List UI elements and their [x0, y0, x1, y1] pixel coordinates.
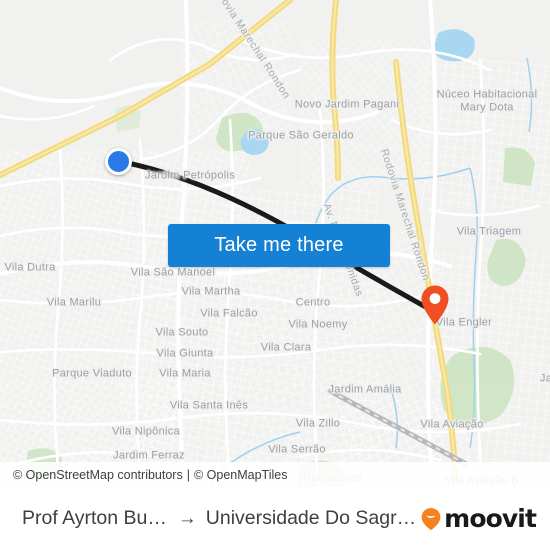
route-summary-bar: Prof Ayrton Busch ... → Universidade Do …: [0, 487, 550, 550]
attribution-tiles[interactable]: © OpenMapTiles: [194, 468, 288, 482]
map-attribution: © OpenStreetMap contributors | © OpenMap…: [0, 462, 550, 487]
moovit-wordmark: moovit: [444, 504, 537, 533]
map-pin-icon: [421, 285, 449, 325]
origin-label[interactable]: Prof Ayrton Busch ...: [22, 507, 169, 530]
attribution-osm[interactable]: © OpenStreetMap contributors: [13, 468, 183, 482]
take-me-there-button[interactable]: Take me there: [168, 224, 390, 267]
moovit-logo[interactable]: moovit: [420, 504, 537, 533]
arrow-right-icon: →: [177, 507, 197, 529]
destination-label[interactable]: Universidade Do Sagrado C...: [206, 507, 420, 530]
attribution-separator: |: [186, 467, 190, 482]
destination-marker[interactable]: [420, 284, 450, 326]
moovit-route-screen: Núceo Habitacional Mary Dota Novo Jardim …: [0, 0, 550, 550]
moovit-pin-icon: [421, 507, 441, 530]
origin-marker[interactable]: [105, 148, 132, 175]
map-canvas[interactable]: Núceo Habitacional Mary Dota Novo Jardim …: [0, 0, 550, 487]
